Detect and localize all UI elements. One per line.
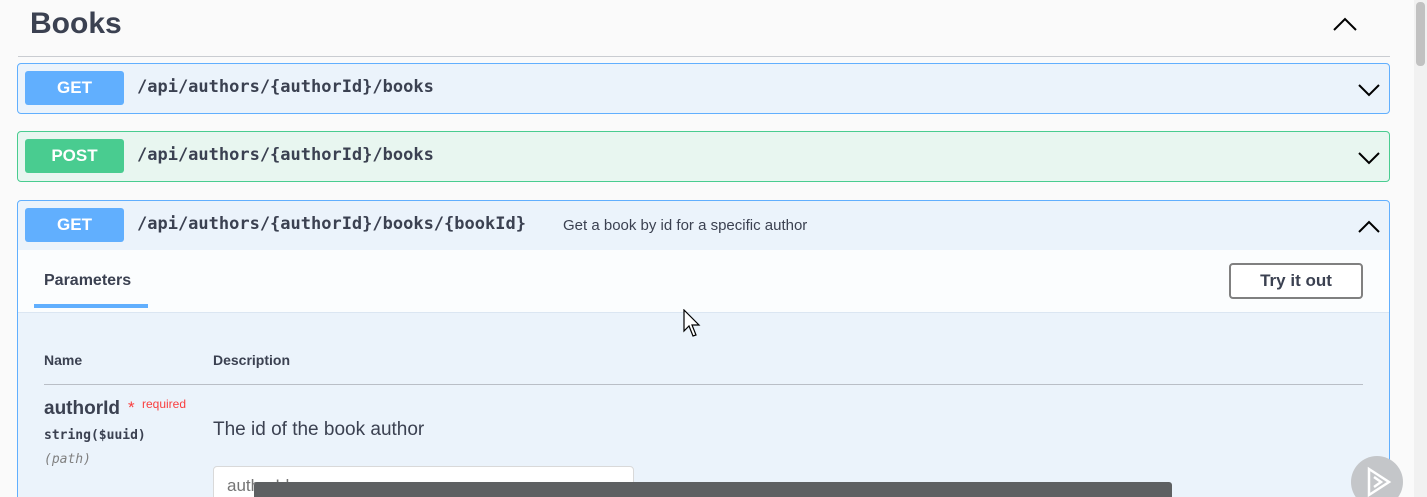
play-button[interactable] [1351, 456, 1403, 497]
method-badge-get: GET [25, 71, 124, 105]
scrollbar-thumb[interactable] [1416, 2, 1425, 66]
operation-summary-text: Get a book by id for a specific author [563, 217, 808, 234]
tab-active-indicator [34, 304, 148, 308]
parameters-table: Name Description authorId * required str… [18, 314, 1389, 497]
operation-path: /api/authors/{authorId}/books [137, 145, 434, 165]
required-label: required [142, 397, 187, 411]
header-divider [44, 384, 1363, 385]
operation-get-book-by-id: GET /api/authors/{authorId}/books/{bookI… [17, 200, 1390, 497]
play-icon [1367, 466, 1392, 497]
section-title: Books [30, 7, 122, 40]
required-star: * [128, 398, 135, 417]
chevron-up-icon[interactable] [1357, 214, 1381, 238]
chevron-up-icon[interactable] [1332, 12, 1358, 38]
column-header-description: Description [213, 352, 291, 368]
tab-parameters[interactable]: Parameters [44, 272, 131, 290]
operation-summary[interactable]: GET /api/authors/{authorId}/books [18, 64, 1389, 113]
parameter-name: authorId [44, 398, 120, 419]
operation-get-books: GET /api/authors/{authorId}/books [17, 63, 1390, 114]
operation-summary[interactable]: POST /api/authors/{authorId}/books [18, 132, 1389, 181]
parameter-location: (path) [44, 452, 91, 467]
try-it-out-button[interactable]: Try it out [1229, 263, 1363, 299]
chevron-down-icon[interactable] [1357, 77, 1381, 101]
method-badge-get: GET [25, 208, 124, 242]
parameter-description: The id of the book author [213, 419, 425, 440]
section-header-books[interactable]: Books [18, 0, 1390, 57]
method-badge-post: POST [25, 139, 124, 173]
mouse-cursor-icon [683, 309, 701, 337]
operation-post-books: POST /api/authors/{authorId}/books [17, 131, 1390, 182]
parameters-tab-bar: Parameters Try it out [18, 250, 1389, 313]
operation-summary[interactable]: GET /api/authors/{authorId}/books/{bookI… [18, 201, 1389, 250]
operation-path: /api/authors/{authorId}/books [137, 77, 434, 97]
chevron-down-icon[interactable] [1357, 145, 1381, 169]
column-header-name: Name [44, 352, 83, 368]
parameter-type: string($uuid) [44, 428, 146, 443]
video-caption-bar [254, 482, 1172, 497]
operation-path: /api/authors/{authorId}/books/{bookId} [137, 214, 526, 234]
page-scrollbar[interactable] [1414, 0, 1427, 497]
